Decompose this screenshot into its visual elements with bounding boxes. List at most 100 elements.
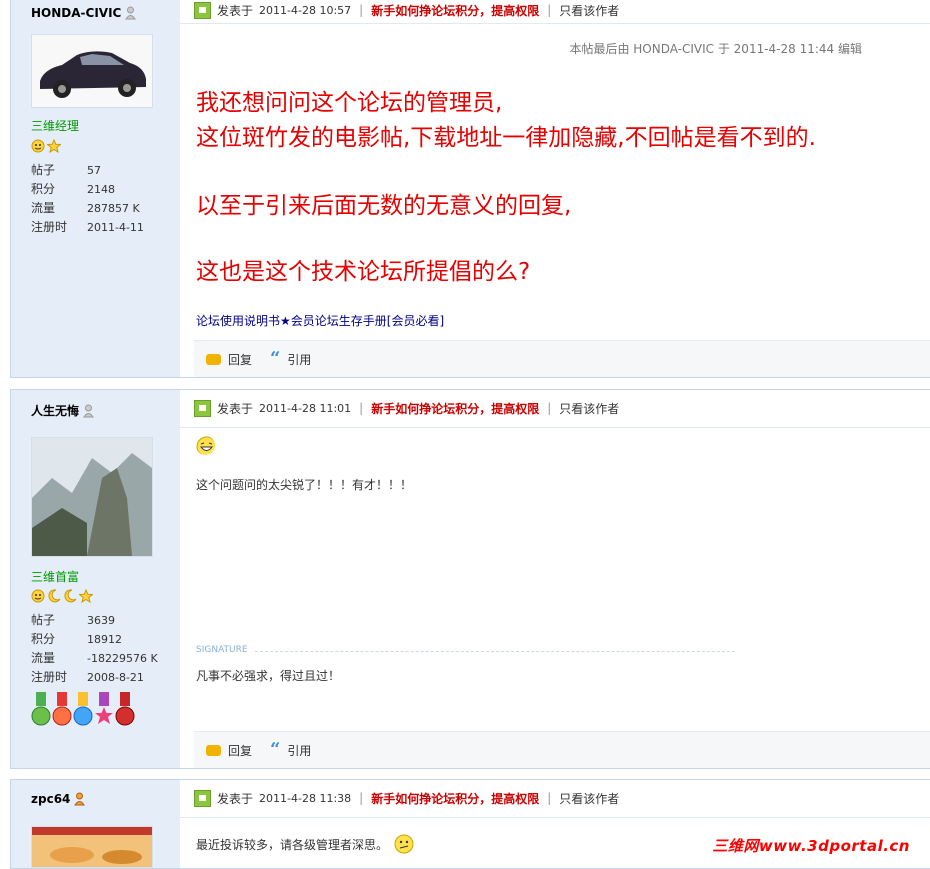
divider: | xyxy=(359,401,364,415)
divider: | xyxy=(547,401,552,415)
promo-link[interactable]: 新手如何挣论坛积分，提高权限 xyxy=(371,400,539,417)
reply-label: 回复 xyxy=(228,743,253,758)
post-actions: 回复 “ 引用 xyxy=(194,340,930,377)
user-group: 三维经理 xyxy=(31,119,80,133)
stat-label: 积分 xyxy=(31,632,56,646)
stat-value: 2008-8-21 xyxy=(87,671,144,684)
header-divider xyxy=(180,427,930,428)
stat-label: 注册时 xyxy=(31,220,68,234)
thinking-emoticon-icon xyxy=(394,834,414,854)
medal-icon[interactable] xyxy=(94,692,114,726)
post-text-row: 最近投诉较多，请各级管理者深思。 xyxy=(196,834,414,854)
medal-icon[interactable] xyxy=(31,692,51,726)
quote-icon: “ xyxy=(270,348,281,369)
site-watermark: 三维网www.3dportal.cn xyxy=(712,837,910,855)
header-divider xyxy=(180,817,930,818)
sun-rank-icon xyxy=(31,139,45,153)
medal-icon[interactable] xyxy=(115,692,135,726)
avatar[interactable] xyxy=(31,437,153,557)
author-name[interactable]: HONDA-CIVIC xyxy=(31,6,137,20)
only-author-link[interactable]: 只看该作者 xyxy=(559,400,619,417)
moon-rank-icon xyxy=(64,589,77,603)
post-icon xyxy=(194,399,211,417)
reply-button[interactable]: 回复 xyxy=(206,351,252,368)
post-text-line: 这也是这个技术论坛所提倡的么? xyxy=(196,259,531,285)
star-rank-icon xyxy=(79,589,93,603)
post-time: 2011-4-28 11:38 xyxy=(259,791,352,805)
stat-label: 帖子 xyxy=(31,163,56,177)
stat-label: 流量 xyxy=(31,651,56,665)
only-author-link[interactable]: 只看该作者 xyxy=(559,2,619,19)
post-icon xyxy=(194,789,211,807)
post-time: 2011-4-28 11:01 xyxy=(259,401,352,415)
post-2: 人生无悔 三维首富 帖子 3639 积分 18912 流量 -18229576 K 注… xyxy=(10,389,930,769)
only-author-link[interactable]: 只看该作者 xyxy=(559,790,619,807)
medal-icon[interactable] xyxy=(73,692,93,726)
stat-value: -18229576 K xyxy=(87,652,158,665)
divider: | xyxy=(547,791,552,805)
post-1: HONDA-CIVIC 三维经理 帖子 57 积分 2148 流量 287857 K … xyxy=(10,0,930,378)
signature-text: 凡事不必强求，得过且过！ xyxy=(196,669,341,683)
stat-label: 注册时 xyxy=(31,670,68,684)
author-panel: HONDA-CIVIC 三维经理 帖子 57 积分 2148 流量 287857 K … xyxy=(10,0,181,378)
stat-value: 287857 K xyxy=(87,202,140,215)
stat-value: 18912 xyxy=(87,633,122,646)
author-name-link[interactable]: 人生无悔 xyxy=(31,402,79,419)
medal-icon[interactable] xyxy=(52,692,72,726)
forum-guide-link[interactable]: 论坛使用说明书★会员论坛生存手册[会员必看] xyxy=(196,312,444,329)
car-avatar-image xyxy=(32,35,152,107)
promo-link[interactable]: 新手如何挣论坛积分，提高权限 xyxy=(371,2,539,19)
divider: | xyxy=(359,791,364,805)
posted-label: 发表于 xyxy=(217,791,254,806)
offline-user-icon xyxy=(125,6,137,20)
quote-label: 引用 xyxy=(287,743,312,758)
mountain-avatar-image xyxy=(32,438,152,556)
user-stats: 帖子 3639 积分 18912 流量 -18229576 K 注册时 2008-8-2… xyxy=(31,611,158,687)
post-time: 2011-4-28 10:57 xyxy=(259,3,352,17)
signature-divider xyxy=(255,651,735,652)
posted-label: 发表于 xyxy=(217,3,254,18)
promo-link[interactable]: 新手如何挣论坛积分，提高权限 xyxy=(371,790,539,807)
author-name-link[interactable]: HONDA-CIVIC xyxy=(31,6,121,20)
quote-button[interactable]: “ 引用 xyxy=(270,348,312,369)
reply-label: 回复 xyxy=(228,352,253,367)
posted-label: 发表于 xyxy=(217,401,254,416)
online-user-icon xyxy=(74,792,86,806)
reply-icon xyxy=(206,744,221,756)
post-actions: 回复 “ 引用 xyxy=(194,731,930,768)
post-text: 这个问题问的太尖锐了！！！有才！！！ xyxy=(196,478,413,492)
post-header: 发表于 2011-4-28 11:01 | 新手如何挣论坛积分，提高权限 | 只… xyxy=(194,397,619,419)
author-panel: 人生无悔 三维首富 帖子 3639 积分 18912 流量 -18229576 K 注… xyxy=(10,389,181,769)
sun-rank-icon xyxy=(31,589,45,603)
post-text: 最近投诉较多，请各级管理者深思。 xyxy=(196,837,389,852)
post-text-line: 这位斑竹发的电影帖,下载地址一律加隐藏,不回帖是看不到的. xyxy=(196,125,816,151)
avatar[interactable] xyxy=(31,34,153,108)
stat-value: 2148 xyxy=(87,183,115,196)
edited-note: 本帖最后由 HONDA-CIVIC 于 2011-4-28 11:44 编辑 xyxy=(569,42,862,56)
author-name[interactable]: zpc64 xyxy=(31,792,86,806)
author-name[interactable]: 人生无悔 xyxy=(31,402,94,419)
divider: | xyxy=(359,3,364,17)
post-text-line: 以至于引来后面无数的无意义的回复, xyxy=(196,193,572,219)
moon-rank-icon xyxy=(48,589,61,603)
signature-label: SIGNATURE xyxy=(196,645,248,655)
offline-user-icon xyxy=(83,404,94,417)
author-name-link[interactable]: zpc64 xyxy=(31,792,70,806)
stat-value[interactable]: 57 xyxy=(87,161,101,180)
quote-button[interactable]: “ 引用 xyxy=(270,741,312,759)
post-content: 发表于 2011-4-28 11:01 | 新手如何挣论坛积分，提高权限 | 只… xyxy=(180,389,930,769)
reply-button[interactable]: 回复 xyxy=(206,742,252,759)
post-header: 发表于 2011-4-28 11:38 | 新手如何挣论坛积分，提高权限 | 只… xyxy=(194,787,619,809)
rank-stars xyxy=(31,589,93,603)
avatar[interactable] xyxy=(31,826,153,868)
stat-label: 流量 xyxy=(31,201,56,215)
user-stats: 帖子 57 积分 2148 流量 287857 K 注册时 2011-4-11 xyxy=(31,161,144,237)
post-text-line: 我还想问问这个论坛的管理员, xyxy=(196,90,503,116)
post-content: 发表于 2011-4-28 10:57 | 新手如何挣论坛积分，提高权限 | 只… xyxy=(180,0,930,378)
stat-value[interactable]: 3639 xyxy=(87,611,115,630)
divider: | xyxy=(547,3,552,17)
post-header: 发表于 2011-4-28 10:57 | 新手如何挣论坛积分，提高权限 | 只… xyxy=(194,0,619,21)
laugh-emoticon-icon xyxy=(196,436,215,455)
reply-icon xyxy=(206,353,221,365)
quote-label: 引用 xyxy=(287,352,312,367)
